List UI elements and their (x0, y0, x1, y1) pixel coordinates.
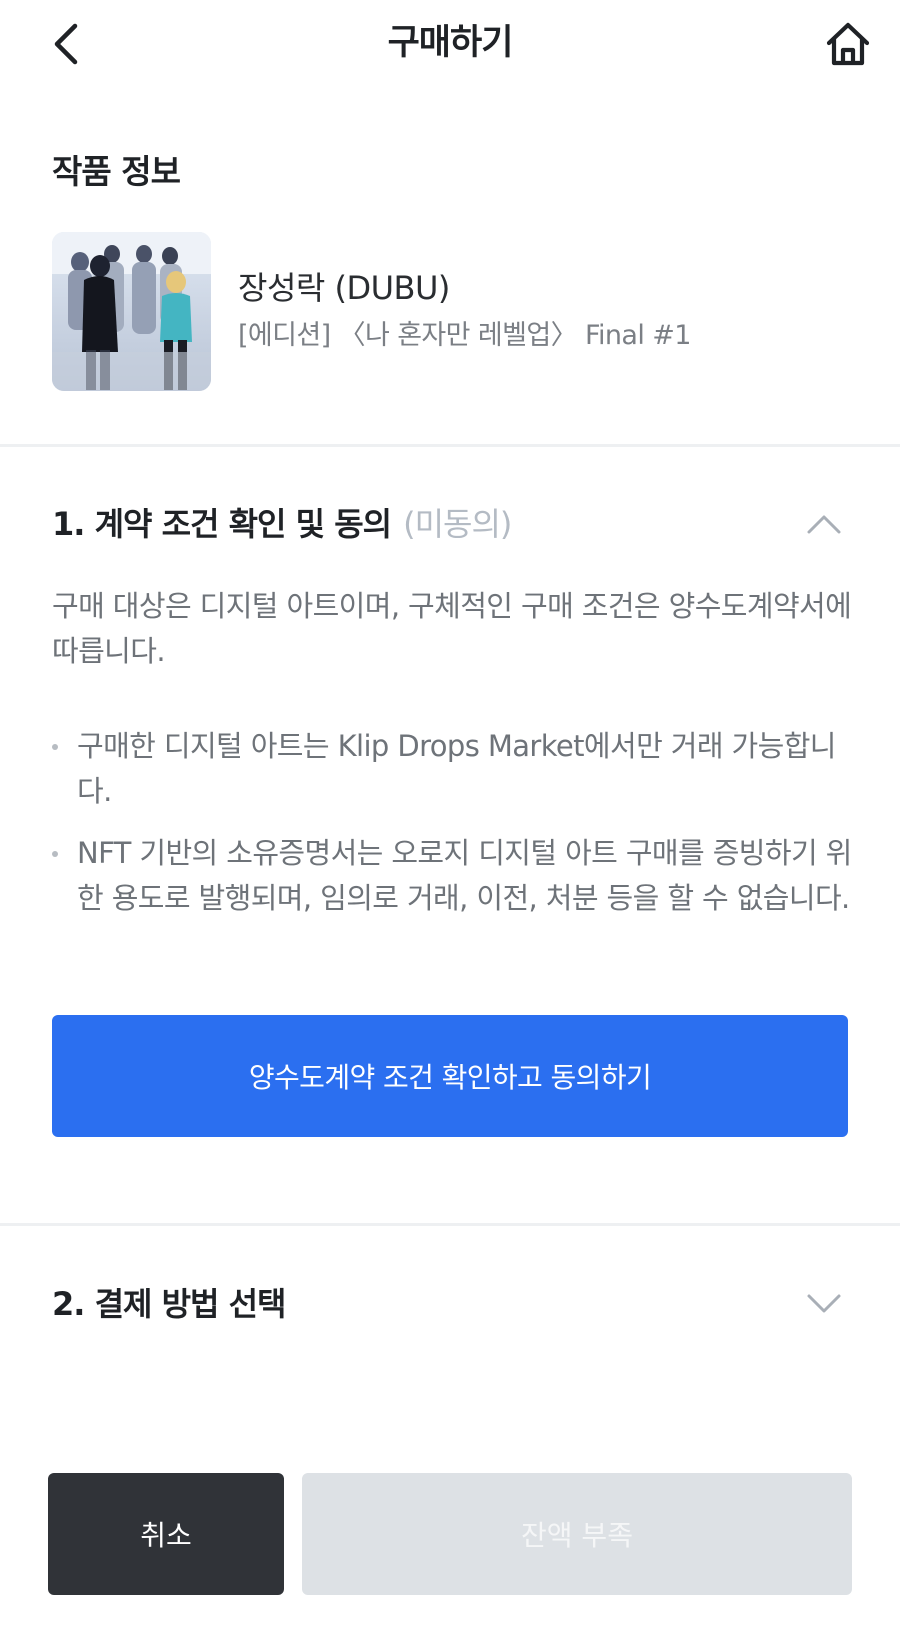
artist-name: 장성락 (DUBU) (238, 269, 450, 307)
contract-terms-list: 구매한 디지털 아트는 Klip Drops Market에서만 거래 가능합니… (52, 724, 852, 938)
contract-description: 구매 대상은 디지털 아트이며, 구체적인 구매 조건은 양수도계약서에 따릅니… (52, 589, 852, 668)
term-text: 구매한 디지털 아트는 Klip Drops Market에서만 거래 가능합니… (77, 729, 836, 808)
list-item: 구매한 디지털 아트는 Klip Drops Market에서만 거래 가능합니… (52, 724, 852, 814)
contract-section-header[interactable]: 1. 계약 조건 확인 및 동의 (미동의) (52, 496, 852, 552)
artwork-title: [에디션] 〈나 혼자만 레벨업〉 Final #1 (238, 320, 691, 351)
artwork-info-title: 작품 정보 (52, 152, 181, 191)
bullet-icon (52, 744, 58, 750)
term-text: NFT 기반의 소유증명서는 오로지 디지털 아트 구매를 증빙하기 위한 용도… (77, 836, 852, 915)
divider (0, 444, 900, 447)
payment-section-title: 2. 결제 방법 선택 (52, 1285, 286, 1323)
chevron-down-icon (807, 1294, 841, 1313)
page-title: 구매하기 (387, 23, 514, 63)
agreement-status: (미동의) (403, 505, 512, 543)
expand-button[interactable] (796, 1276, 852, 1332)
bullet-icon (52, 851, 58, 857)
chevron-up-icon (807, 515, 841, 534)
collapse-button[interactable] (796, 496, 852, 552)
list-item: NFT 기반의 소유증명서는 오로지 디지털 아트 구매를 증빙하기 위한 용도… (52, 831, 852, 921)
insufficient-balance-button: 잔액 부족 (302, 1473, 852, 1595)
payment-section-header[interactable]: 2. 결제 방법 선택 (52, 1276, 852, 1332)
home-icon (826, 22, 870, 66)
divider (0, 1223, 900, 1226)
cancel-button[interactable]: 취소 (48, 1473, 284, 1595)
top-bar: 구매하기 (0, 0, 900, 96)
agree-contract-button[interactable]: 양수도계약 조건 확인하고 동의하기 (52, 1015, 848, 1137)
contract-section-title: 1. 계약 조건 확인 및 동의 (52, 505, 392, 543)
artwork-thumbnail (52, 232, 211, 391)
home-button[interactable] (816, 14, 880, 74)
